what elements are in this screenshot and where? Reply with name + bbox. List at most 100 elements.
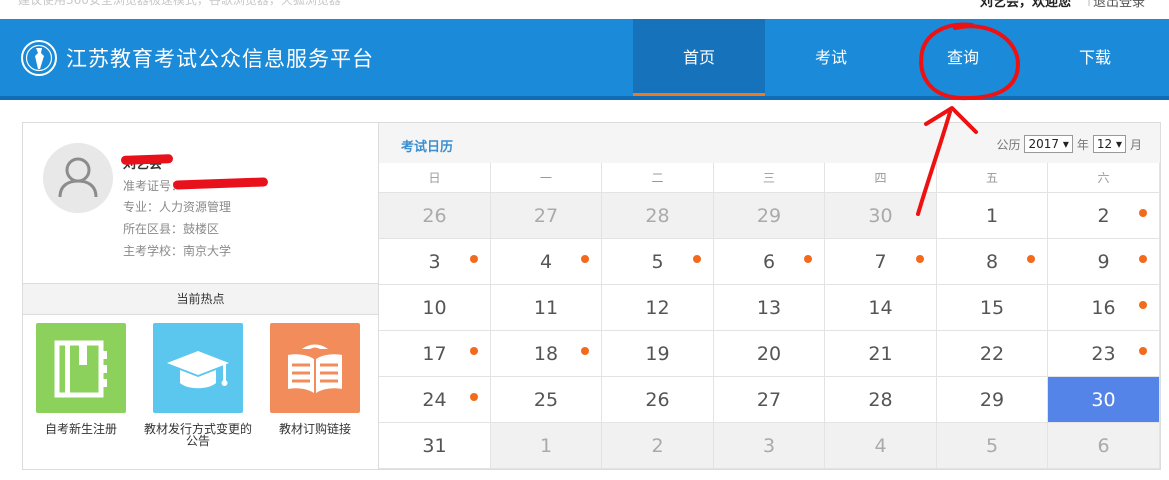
calendar-day[interactable]: 1 [937,193,1048,239]
calendar-type-label: 公历 [996,137,1021,152]
calendar-day[interactable]: 6 [714,239,825,285]
calendar-day[interactable]: 10 [379,285,491,331]
exam-event-dot [581,347,589,355]
nav-exam[interactable]: 考试 [765,19,897,96]
tile-label-notice[interactable]: 教材发行方式变更的公告 [143,423,253,447]
calendar-day[interactable]: 25 [491,377,602,423]
exam-event-dot [804,255,812,263]
calendar-title: 考试日历 [401,140,454,155]
weekday-header: 二 [602,163,714,193]
weekday-header: 四 [825,163,937,193]
calendar-day[interactable]: 20 [714,331,825,377]
nav-home[interactable]: 首页 [633,19,765,96]
weekday-header: 日 [379,163,491,193]
calendar-day[interactable]: 16 [1048,285,1160,331]
calendar-day[interactable]: 22 [937,331,1048,377]
calendar-day[interactable]: 4 [825,423,937,469]
calendar-day[interactable]: 2 [1048,193,1160,239]
calendar-day[interactable]: 14 [825,285,937,331]
day-number: 29 [979,389,1005,411]
day-number: 5 [651,251,664,273]
site-logo-icon [21,40,57,76]
day-number: 28 [645,205,670,227]
calendar-day[interactable]: 24 [379,377,491,423]
calendar-day[interactable]: 13 [714,285,825,331]
weekday-header: 三 [714,163,825,193]
day-number: 3 [762,435,776,457]
logout-link[interactable]: 退出登录 [1093,0,1145,10]
tile-textbook-notice[interactable] [153,323,243,413]
calendar-day[interactable]: 7 [825,239,937,285]
calendar-day[interactable]: 27 [491,193,602,239]
day-number: 28 [868,389,893,411]
day-number: 19 [645,343,670,365]
calendar-day[interactable]: 29 [937,377,1048,423]
day-number: 5 [985,435,999,457]
calendar-day[interactable]: 27 [714,377,825,423]
calendar-day[interactable]: 18 [491,331,602,377]
calendar-day[interactable]: 19 [602,331,714,377]
calendar-day-today[interactable]: 30 [1048,377,1160,423]
day-number: 9 [1097,251,1110,273]
calendar-day[interactable]: 26 [602,377,714,423]
day-number: 25 [533,389,559,411]
day-number: 23 [1091,343,1116,365]
calendar-day[interactable]: 17 [379,331,491,377]
calendar-day[interactable]: 9 [1048,239,1160,285]
site-header: 江苏教育考试公众信息服务平台 首页 考试 查询 下载 [0,19,1169,100]
day-number: 16 [1091,297,1116,319]
exam-event-dot [470,347,478,355]
day-number: 3 [428,251,441,273]
calendar-day[interactable]: 2 [602,423,714,469]
day-number: 24 [422,389,447,411]
tile-label-registration[interactable]: 自考新生注册 [26,423,136,435]
calendar-day[interactable]: 5 [602,239,714,285]
day-number: 21 [868,343,893,365]
calendar-day[interactable]: 28 [825,377,937,423]
calendar-day[interactable]: 26 [379,193,491,239]
calendar-day[interactable]: 1 [491,423,602,469]
major-text: 专业：人力资源管理 [123,200,232,214]
year-select[interactable]: 2017 ▾ [1024,135,1073,153]
calendar-day[interactable]: 11 [491,285,602,331]
calendar-day[interactable]: 4 [491,239,602,285]
notebook-icon [54,340,107,398]
exam-event-dot [916,255,924,263]
main-nav: 首页 考试 查询 下载 [633,19,1161,96]
calendar-day[interactable]: 30 [825,193,937,239]
day-number: 26 [422,205,447,227]
tile-textbook-order[interactable] [270,323,360,413]
month-select[interactable]: 12 ▾ [1092,135,1126,153]
calendar-day[interactable]: 31 [379,423,491,469]
day-number: 31 [422,435,447,457]
day-number: 26 [645,389,670,411]
day-number: 4 [539,251,553,273]
calendar-day[interactable]: 3 [379,239,491,285]
tile-new-student-registration[interactable] [36,323,126,413]
calendar-day[interactable]: 21 [825,331,937,377]
nav-download[interactable]: 下载 [1029,19,1161,96]
topbar-separator: | [1087,0,1091,6]
calendar-day[interactable]: 23 [1048,331,1160,377]
nav-query[interactable]: 查询 [897,19,1029,96]
hot-topics-title: 当前热点 [23,283,378,315]
calendar-day[interactable]: 3 [714,423,825,469]
day-number: 13 [756,297,782,319]
calendar-day[interactable]: 15 [937,285,1048,331]
calendar-day[interactable]: 29 [714,193,825,239]
calendar-day[interactable]: 28 [602,193,714,239]
tile-label-order[interactable]: 教材订购链接 [260,423,370,435]
exam-event-dot [1139,255,1147,263]
month-unit: 月 [1129,137,1142,152]
calendar-day[interactable]: 12 [602,285,714,331]
exam-event-dot [693,255,701,263]
day-number: 27 [533,205,559,227]
calendar-day[interactable]: 8 [937,239,1048,285]
day-number: 6 [762,251,776,273]
day-number: 12 [645,297,670,319]
profile-panel: 刘艺会 准考证号： 专业：人力资源管理 所在区县：鼓楼区 主考学校：南京大学 当… [22,122,379,470]
day-number: 17 [422,343,447,365]
calendar-day[interactable]: 6 [1048,423,1160,469]
calendar-day[interactable]: 5 [937,423,1048,469]
day-number: 18 [533,343,559,365]
